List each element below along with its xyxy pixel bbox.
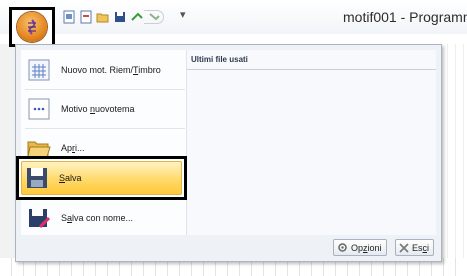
menu-item-save[interactable]: Salva bbox=[21, 161, 182, 195]
save-as-icon bbox=[27, 206, 51, 230]
menu-divider bbox=[25, 89, 185, 90]
close-icon bbox=[399, 242, 409, 253]
qat-save-icon[interactable] bbox=[113, 10, 127, 24]
qat-redo-icon[interactable] bbox=[144, 10, 164, 24]
qat-open-icon[interactable] bbox=[96, 10, 110, 24]
application-menu: Nuovo mot. Riem/Timbro Motivo nuovotema … bbox=[15, 44, 442, 262]
options-label: Opzioni bbox=[351, 242, 382, 253]
exit-label: Esci bbox=[412, 242, 430, 253]
qat-new-icon[interactable] bbox=[62, 10, 76, 24]
canvas-margin bbox=[0, 44, 15, 258]
qat-new-pattern-icon[interactable] bbox=[79, 10, 93, 24]
menu-commands: Nuovo mot. Riem/Timbro Motivo nuovotema … bbox=[21, 50, 187, 235]
save-item-frame: Salva bbox=[16, 156, 187, 200]
application-button[interactable] bbox=[17, 12, 47, 42]
menu-item-label: Salva con nome... bbox=[61, 213, 134, 223]
quick-access-toolbar bbox=[62, 9, 164, 25]
window-title: motif001 - Programm bbox=[343, 9, 467, 25]
recent-files-header: Ultimi file usati bbox=[187, 50, 436, 70]
menu-item-new-embroidery[interactable]: Nuovo mot. Riem/Timbro bbox=[21, 52, 187, 88]
menu-item-label: Salva bbox=[59, 173, 82, 183]
qat-undo-icon[interactable] bbox=[130, 10, 144, 24]
embroidery-logo-icon bbox=[28, 19, 36, 35]
qat-customize-icon[interactable]: ▾ bbox=[180, 8, 186, 21]
menu-item-save-as[interactable]: Salva con nome... bbox=[21, 200, 187, 236]
menu-item-label: Nuovo mot. Riem/Timbro bbox=[61, 65, 161, 75]
canvas-edge bbox=[440, 44, 467, 258]
options-button[interactable]: Opzioni bbox=[333, 239, 387, 256]
menu-item-label: Motivo nuovotema bbox=[61, 104, 135, 114]
menu-footer: Opzioni Esci bbox=[16, 235, 441, 261]
new-pattern-icon bbox=[27, 97, 51, 121]
save-icon bbox=[25, 166, 49, 190]
exit-button[interactable]: Esci bbox=[395, 239, 435, 256]
gear-icon bbox=[337, 242, 348, 253]
new-embroidery-icon bbox=[27, 58, 51, 82]
title-bar: ▾ motif001 - Programm bbox=[0, 0, 467, 34]
recent-files-panel: Ultimi file usati bbox=[187, 50, 436, 235]
menu-item-new-pattern[interactable]: Motivo nuovotema bbox=[21, 91, 187, 127]
menu-item-label: Apri... bbox=[61, 143, 85, 153]
menu-divider bbox=[25, 128, 185, 129]
application-button-frame bbox=[9, 7, 55, 47]
